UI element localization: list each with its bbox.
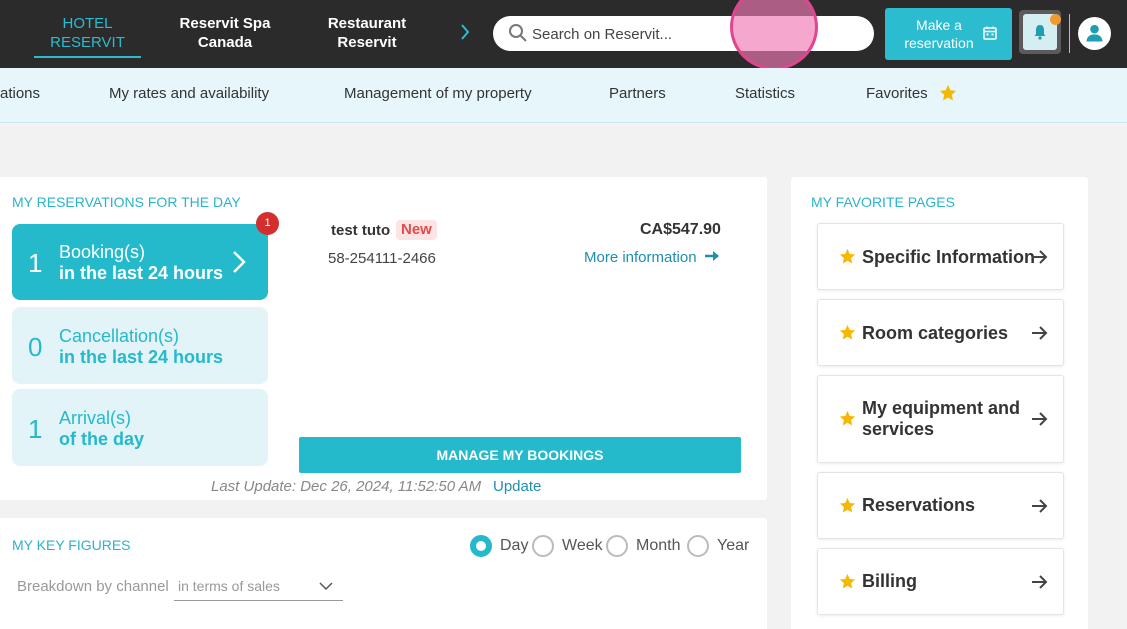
star-icon (839, 573, 856, 589)
chevron-down-icon (319, 582, 333, 591)
property-tab-restaurant[interactable]: Restaurant Reservit (318, 14, 416, 52)
cancellations-tile[interactable]: 0 Cancellation(s) in the last 24 hours (12, 307, 268, 384)
nav-item-statistics[interactable]: Statistics (735, 85, 795, 102)
breakdown-label: Breakdown by channel (17, 578, 169, 595)
arrivals-label: Arrival(s) (59, 408, 131, 428)
search-bar (493, 16, 874, 51)
period-radio-month[interactable] (606, 535, 628, 557)
period-radio-year[interactable] (687, 535, 709, 557)
arrow-right-icon (1032, 499, 1048, 513)
notification-dot (1050, 14, 1061, 25)
bookings-tile[interactable]: 1 Booking(s) in the last 24 hours (12, 224, 268, 300)
user-icon (1086, 24, 1103, 42)
favorite-label: Specific Information (862, 247, 1036, 267)
search-input[interactable] (532, 23, 852, 45)
manage-bookings-button[interactable]: MANAGE MY BOOKINGS (299, 437, 741, 473)
arrow-right-icon (1032, 250, 1048, 264)
property-tab-hotel-reservit[interactable]: HOTEL RESERVIT (34, 14, 141, 58)
reservation-price: CA$547.90 (640, 221, 721, 238)
breakdown-value: in terms of sales (178, 578, 280, 594)
bookings-count: 1 (28, 248, 43, 278)
period-label-week[interactable]: Week (562, 537, 603, 555)
key-figures-card (0, 518, 767, 629)
favorite-billing[interactable]: Billing (817, 548, 1064, 615)
property-tab-line1: Restaurant (327, 15, 407, 32)
update-link[interactable]: Update (493, 478, 541, 495)
favorites-title: MY FAVORITE PAGES (811, 194, 955, 210)
arrivals-sublabel: of the day (59, 429, 145, 449)
arrivals-count: 1 (28, 414, 43, 444)
nav-item-management[interactable]: Management of my property (344, 85, 532, 102)
bookings-label: Booking(s) (59, 242, 146, 262)
period-label-year[interactable]: Year (717, 537, 749, 555)
favorite-label: Billing (862, 571, 917, 591)
favorite-reservations[interactable]: Reservations (817, 472, 1064, 539)
property-tab-line1: HOTEL (62, 15, 113, 32)
star-icon (839, 410, 856, 426)
nav-item-partners[interactable]: Partners (609, 85, 666, 102)
property-tab-reservit-spa[interactable]: Reservit Spa Canada (170, 14, 280, 52)
star-icon (839, 324, 856, 340)
chevron-right-icon[interactable] (458, 20, 472, 44)
last-update-text: Last Update: Dec 26, 2024, 11:52:50 AM (211, 478, 482, 495)
favorite-label-line2: services (862, 419, 935, 439)
favorite-equipment-services[interactable]: My equipment and services (817, 375, 1064, 463)
period-radio-day[interactable] (470, 535, 492, 557)
make-reservation-button[interactable]: Make a reservation (885, 8, 1012, 60)
period-label-day[interactable]: Day (500, 537, 528, 555)
status-badge: New (396, 220, 437, 240)
key-figures-title: MY KEY FIGURES (12, 537, 131, 553)
arrow-right-icon (1032, 575, 1048, 589)
period-label-month[interactable]: Month (636, 537, 680, 555)
star-icon (839, 248, 856, 264)
property-tab-line2: Canada (197, 34, 253, 51)
favorite-label-line1: My equipment and (862, 398, 1021, 418)
property-tab-line2: RESERVIT (50, 34, 125, 51)
nav-item-reservations[interactable]: ations (0, 85, 40, 102)
favorite-label: Room categories (862, 323, 1009, 343)
cancellations-count: 0 (28, 332, 43, 362)
reservations-title: MY RESERVATIONS FOR THE DAY (12, 194, 241, 210)
make-reservation-line1: Make a (916, 17, 962, 33)
favorite-specific-information[interactable]: Specific Information (817, 223, 1064, 290)
nav-item-rates[interactable]: My rates and availability (109, 85, 269, 102)
star-icon (839, 497, 856, 513)
notification-badge: 1 (256, 212, 279, 235)
top-bar: HOTEL RESERVIT Reservit Spa Canada Resta… (0, 0, 1127, 68)
breakdown-select[interactable]: in terms of sales (174, 574, 343, 601)
cancellations-sublabel: in the last 24 hours (59, 347, 224, 367)
arrow-right-icon (1032, 412, 1048, 426)
chevron-right-icon (233, 251, 246, 273)
calendar-icon (983, 26, 997, 40)
guest-name: test tuto (331, 222, 391, 239)
cancellations-label: Cancellation(s) (59, 326, 180, 346)
reservation-number: 58-254111-2466 (328, 250, 436, 267)
star-icon (939, 84, 957, 101)
search-icon (509, 24, 527, 42)
bell-icon (1034, 25, 1046, 40)
bookings-sublabel: in the last 24 hours (59, 263, 224, 283)
favorite-room-categories[interactable]: Room categories (817, 299, 1064, 366)
more-information-link[interactable]: More information (584, 249, 697, 266)
make-reservation-line2: reservation (904, 35, 974, 51)
nav-item-favorites[interactable]: Favorites (866, 85, 928, 102)
property-tab-line1: Reservit Spa (179, 15, 271, 32)
arrow-right-icon (1032, 326, 1048, 340)
main-nav: ations My rates and availability Managem… (0, 68, 1127, 123)
property-tab-line2: Reservit (337, 34, 397, 51)
avatar[interactable] (1078, 17, 1111, 50)
period-radio-week[interactable] (532, 535, 554, 557)
arrow-right-icon[interactable] (704, 250, 720, 262)
divider (1069, 14, 1070, 53)
arrivals-tile[interactable]: 1 Arrival(s) of the day (12, 389, 268, 466)
favorite-label: Reservations (862, 495, 976, 515)
